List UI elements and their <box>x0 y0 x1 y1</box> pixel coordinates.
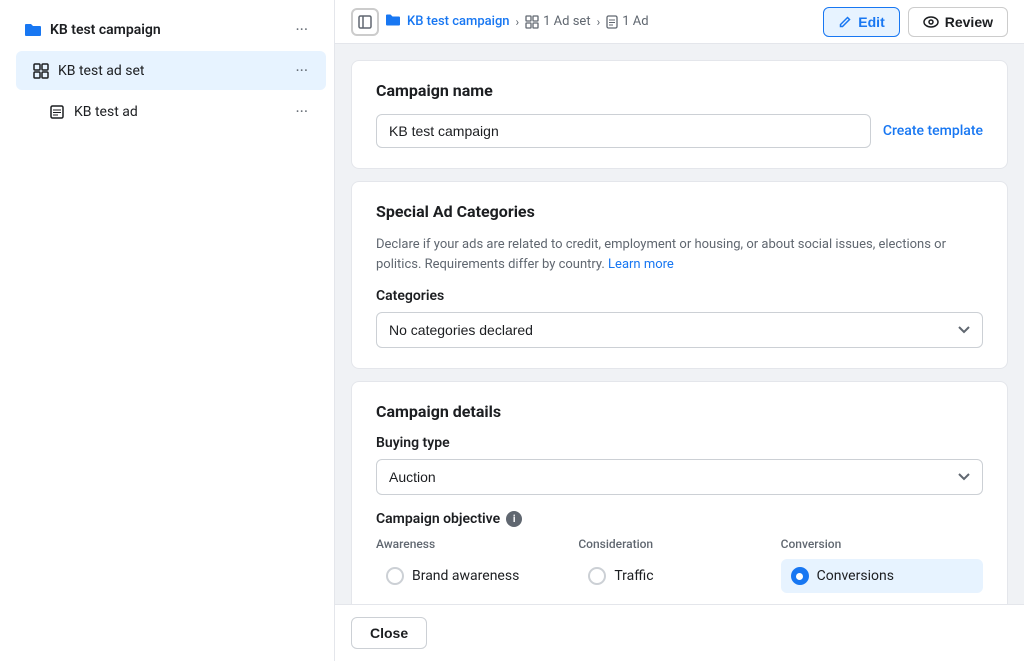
objective-option-brand-awareness[interactable]: Brand awareness <box>376 559 578 593</box>
breadcrumb-campaign[interactable]: KB test campaign <box>385 13 510 31</box>
sidebar-toggle-button[interactable] <box>351 8 379 36</box>
sidebar: KB test campaign ··· KB test ad set ··· <box>0 0 335 661</box>
buying-type-label: Buying type <box>376 435 983 451</box>
special-ad-description: Declare if your ads are related to credi… <box>376 235 983 274</box>
objective-columns: Awareness Brand awareness Consideration … <box>376 537 983 593</box>
breadcrumb-sep-2: › <box>597 15 601 29</box>
campaign-name-card: Campaign name Create template <box>351 60 1008 169</box>
breadcrumb-ad-icon <box>606 15 618 29</box>
content-area: Campaign name Create template Special Ad… <box>335 44 1024 604</box>
categories-label: Categories <box>376 288 983 304</box>
campaign-details-card: Campaign details Buying type Auction Rea… <box>351 381 1008 604</box>
review-icon <box>923 16 939 28</box>
review-button[interactable]: Review <box>908 7 1008 37</box>
objective-col-consideration-header: Consideration <box>578 537 780 551</box>
breadcrumb-ad[interactable]: 1 Ad <box>606 14 648 29</box>
sidebar-adset-label: KB test ad set <box>58 63 144 79</box>
campaign-dots-menu[interactable]: ··· <box>289 18 314 41</box>
adset-icon <box>32 62 50 80</box>
learn-more-link[interactable]: Learn more <box>608 257 674 272</box>
buying-type-dropdown[interactable]: Auction Reach and Frequency <box>376 459 983 495</box>
objective-conversions-label: Conversions <box>817 568 894 584</box>
campaign-objective-row: Campaign objective i <box>376 511 983 527</box>
breadcrumb-adset-icon <box>525 15 539 29</box>
sidebar-ad-label: KB test ad <box>74 104 138 120</box>
ad-icon <box>48 103 66 121</box>
sidebar-ad-left: KB test ad <box>48 103 138 121</box>
sidebar-item-ad[interactable]: KB test ad ··· <box>32 92 326 131</box>
bottombar: Close <box>335 604 1024 661</box>
close-button[interactable]: Close <box>351 617 427 649</box>
edit-button-label: Edit <box>858 14 884 30</box>
sidebar-campaign-label: KB test campaign <box>50 22 161 38</box>
objective-col-conversion: Conversion Conversions <box>781 537 983 593</box>
breadcrumb-ad-label: 1 Ad <box>622 14 648 29</box>
campaign-objective-info-icon[interactable]: i <box>506 511 522 527</box>
objective-brand-awareness-label: Brand awareness <box>412 568 519 584</box>
review-button-label: Review <box>945 14 993 30</box>
breadcrumb-sep-1: › <box>516 15 520 29</box>
radio-conversions <box>791 567 809 585</box>
objective-col-conversion-header: Conversion <box>781 537 983 551</box>
folder-icon <box>24 21 42 39</box>
edit-icon <box>838 15 852 29</box>
campaign-objective-label: Campaign objective <box>376 511 500 527</box>
ad-dots-menu[interactable]: ··· <box>289 100 314 123</box>
breadcrumb-adset-label: 1 Ad set <box>543 14 590 29</box>
breadcrumb-campaign-label: KB test campaign <box>407 14 510 29</box>
sidebar-item-adset[interactable]: KB test ad set ··· <box>16 51 326 90</box>
objective-traffic-label: Traffic <box>614 568 653 584</box>
topbar-actions: Edit Review <box>823 7 1008 37</box>
radio-traffic <box>588 567 606 585</box>
objective-col-awareness-header: Awareness <box>376 537 578 551</box>
objective-option-traffic[interactable]: Traffic <box>578 559 780 593</box>
sidebar-item-left: KB test campaign <box>24 21 161 39</box>
campaign-name-title: Campaign name <box>376 81 983 100</box>
edit-button[interactable]: Edit <box>823 7 899 37</box>
sidebar-item-campaign[interactable]: KB test campaign ··· <box>8 10 326 49</box>
special-ad-title: Special Ad Categories <box>376 202 983 221</box>
create-template-link[interactable]: Create template <box>883 123 983 139</box>
objective-option-conversions[interactable]: Conversions <box>781 559 983 593</box>
objective-col-awareness: Awareness Brand awareness <box>376 537 578 593</box>
categories-dropdown[interactable]: No categories declared Credit Employment… <box>376 312 983 348</box>
campaign-details-title: Campaign details <box>376 402 983 421</box>
campaign-name-row: Create template <box>376 114 983 148</box>
special-ad-categories-card: Special Ad Categories Declare if your ad… <box>351 181 1008 369</box>
radio-brand-awareness <box>386 567 404 585</box>
campaign-name-input[interactable] <box>376 114 871 148</box>
toggle-icon <box>358 15 372 29</box>
sidebar-adset-left: KB test ad set <box>32 62 144 80</box>
adset-dots-menu[interactable]: ··· <box>289 59 314 82</box>
breadcrumb-adset[interactable]: 1 Ad set <box>525 14 590 29</box>
objective-col-consideration: Consideration Traffic <box>578 537 780 593</box>
breadcrumb: KB test campaign › 1 Ad set › <box>351 8 649 36</box>
topbar: KB test campaign › 1 Ad set › <box>335 0 1024 44</box>
breadcrumb-campaign-icon <box>385 13 401 31</box>
main-area: KB test campaign › 1 Ad set › <box>335 0 1024 661</box>
